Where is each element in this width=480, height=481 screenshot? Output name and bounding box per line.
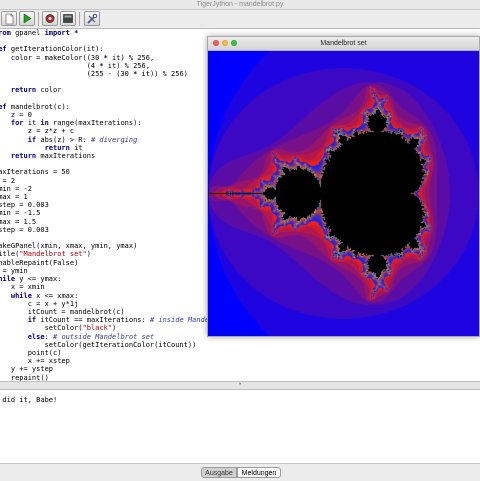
close-window-icon[interactable] [213,40,219,46]
run-button[interactable] [19,11,35,26]
mandelbrot-window-titlebar[interactable]: Mandelbrot set [208,37,479,51]
output-console: I did it, Babe! [0,390,480,463]
mandelbrot-canvas [208,51,479,336]
mandelbrot-window-title: Mandelbrot set [320,40,367,47]
ide-window-title: TigerJython - mandelbrot.py [196,1,284,8]
bottom-bar: Ausgabe Meldungen [0,463,480,481]
minimize-window-icon[interactable] [222,40,228,46]
toolbar [0,10,480,29]
new-file-icon [5,13,14,25]
console-output: I did it, Babe! [0,396,58,404]
debug-button[interactable] [42,11,58,26]
run-icon [23,13,32,24]
debug-icon [45,14,55,23]
tools-icon [87,13,98,24]
tab-meldungen[interactable]: Meldungen [237,467,281,478]
tab-ausgabe[interactable]: Ausgabe [201,467,237,478]
ide-titlebar: TigerJython - mandelbrot.py [0,0,480,10]
console-button[interactable] [60,11,76,26]
settings-button[interactable] [84,11,100,26]
splitter-grip-icon[interactable]: • [237,382,243,388]
maximize-window-icon[interactable] [231,40,237,46]
new-file-button[interactable] [1,11,17,26]
console-icon [63,14,73,23]
pane-splitter[interactable]: • [0,381,480,390]
mandelbrot-window[interactable]: Mandelbrot set [207,36,480,337]
